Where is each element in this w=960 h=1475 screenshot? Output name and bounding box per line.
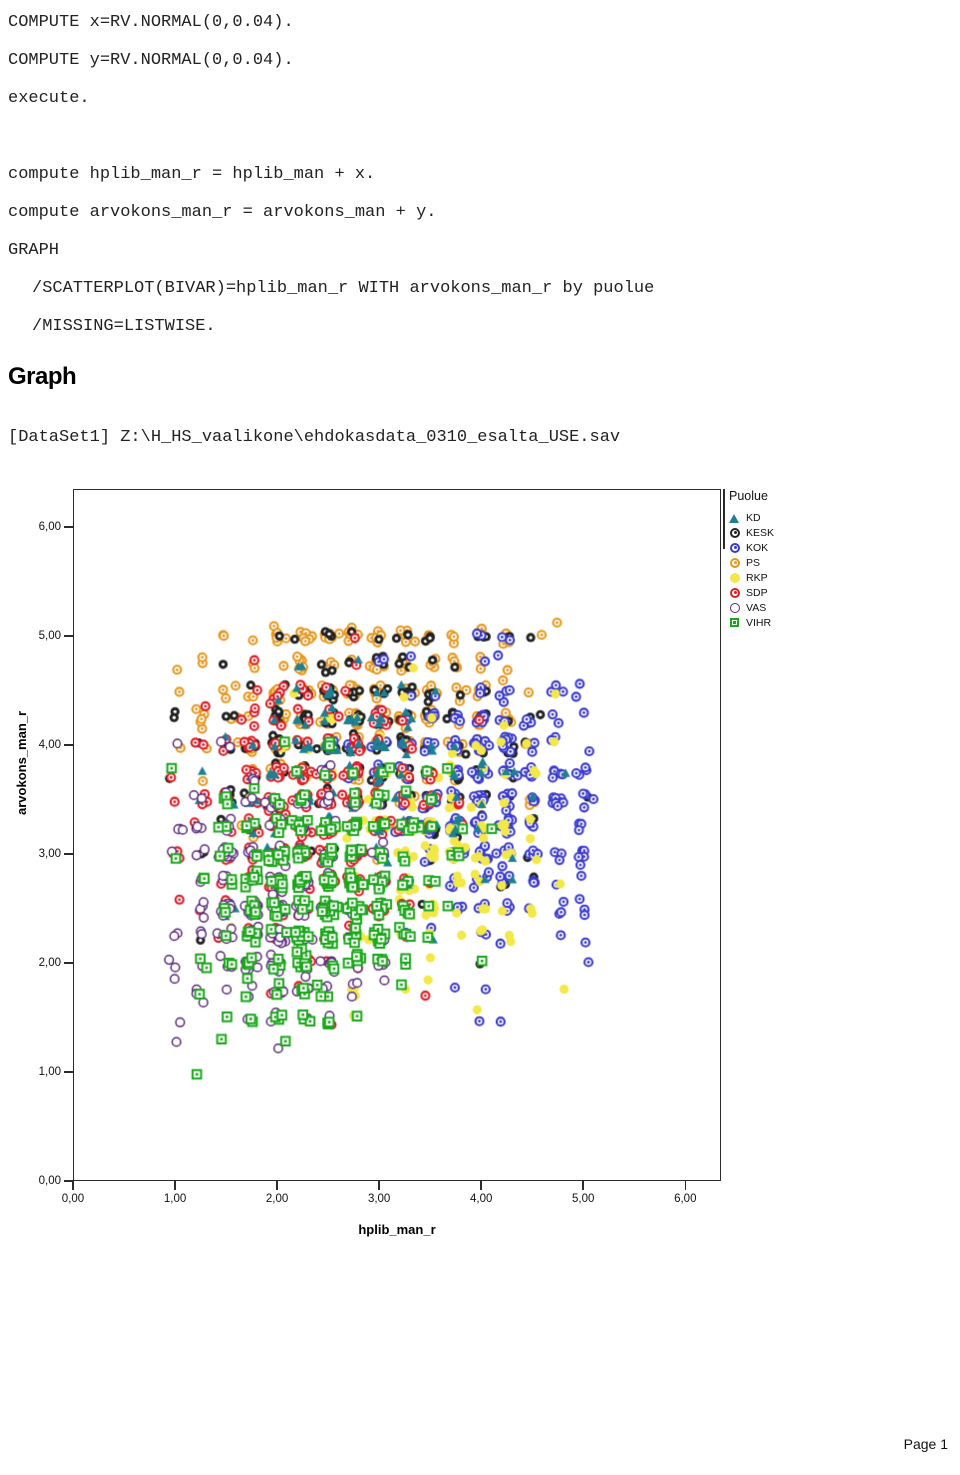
- syntax-line: COMPUTE x=RV.NORMAL(0,0.04).: [8, 13, 294, 32]
- x-axis-tick-label: 3,00: [367, 1193, 391, 1205]
- x-axis-tick: [174, 1181, 176, 1190]
- syntax-line: /SCATTERPLOT(BIVAR)=hplib_man_r WITH arv…: [32, 279, 655, 298]
- y-axis-tick-label: 1,00: [38, 1066, 61, 1079]
- x-axis-tick-label: 5,00: [572, 1193, 595, 1205]
- legend-item-kd[interactable]: KD: [729, 510, 849, 525]
- x-axis-tick-label: 2,00: [265, 1193, 289, 1205]
- legend-item-label: PS: [746, 556, 761, 569]
- y-axis-tick-label: 0,00: [38, 1175, 61, 1187]
- legend-item-label: VAS: [746, 601, 767, 614]
- plot-frame: [73, 489, 721, 1181]
- x-axis-tick: [684, 1181, 687, 1190]
- legend-item-label: KESK: [746, 526, 775, 539]
- legend-divider: [723, 489, 725, 549]
- syntax-line: compute arvokons_man_r = arvokons_man + …: [8, 203, 437, 222]
- legend-marker-circle-open-icon: [729, 602, 741, 614]
- y-axis-tick-label: 3,00: [38, 848, 61, 861]
- legend-marker-triangle-icon: [729, 512, 741, 524]
- legend-marker-circle-icon: [729, 527, 741, 539]
- x-axis-tick: [378, 1181, 380, 1190]
- x-axis-tick-label: 4,00: [469, 1193, 493, 1205]
- syntax-line: /MISSING=LISTWISE.: [32, 317, 216, 336]
- legend: Puolue KD KESK KOK PS RKP SDP VAS VIHR: [729, 489, 849, 630]
- syntax-line: COMPUTE y=RV.NORMAL(0,0.04).: [8, 51, 294, 70]
- legend-item-vas[interactable]: VAS: [729, 600, 849, 615]
- y-axis-tick-label: 6,00: [38, 521, 61, 534]
- legend-item-sdp[interactable]: SDP: [729, 585, 849, 600]
- x-axis-title: hplib_man_r: [358, 1222, 436, 1237]
- x-axis-tick: [582, 1181, 584, 1190]
- legend-marker-circle-filled-icon: [729, 572, 741, 584]
- y-axis-tick: [64, 526, 73, 528]
- y-axis-tick-label: 5,00: [38, 630, 61, 643]
- legend-item-rkp[interactable]: RKP: [729, 570, 849, 585]
- legend-item-label: KD: [746, 511, 761, 524]
- scatter-points-canvas: [74, 490, 720, 1180]
- x-axis-tick-label: 0,00: [61, 1193, 85, 1205]
- legend-marker-circle-icon: [729, 587, 741, 599]
- y-axis-tick-label: 2,00: [38, 957, 61, 970]
- syntax-line: execute.: [8, 89, 90, 108]
- legend-marker-square-icon: [729, 617, 741, 629]
- legend-item-label: RKP: [746, 571, 768, 584]
- legend-item-label: SDP: [746, 586, 768, 599]
- x-axis-tick: [72, 1181, 74, 1190]
- page-footer: Page 1: [903, 1436, 948, 1452]
- legend-item-ps[interactable]: PS: [729, 555, 849, 570]
- x-axis-tick: [276, 1181, 278, 1190]
- x-axis-tick: [480, 1181, 482, 1190]
- y-axis-tick: [64, 853, 73, 855]
- y-axis-tick: [64, 962, 73, 964]
- syntax-blank-line: [8, 118, 908, 156]
- y-axis-title: arvokons_man_r: [14, 710, 29, 815]
- y-axis-tick: [64, 744, 73, 746]
- legend-title: Puolue: [729, 489, 768, 503]
- syntax-line: GRAPH: [8, 241, 60, 260]
- scatterplot-chart: 0,00 1,00 2,00 3,00 4,00 5,00 6,00 arvokons_ma…: [0, 470, 960, 1260]
- x-axis-tick-label: 1,00: [163, 1193, 187, 1205]
- syntax-log: COMPUTE x=RV.NORMAL(0,0.04). COMPUTE y=RV…: [8, 4, 908, 346]
- legend-item-label: KOK: [746, 541, 769, 554]
- dataset-path-line: [DataSet1] Z:\H_HS_vaalikone\ehdokasdata…: [8, 428, 621, 447]
- y-axis-tick: [64, 635, 73, 637]
- syntax-line: compute hplib_man_r = hplib_man + x.: [8, 165, 376, 184]
- legend-item-kesk[interactable]: KESK: [729, 525, 849, 540]
- legend-item-kok[interactable]: KOK: [729, 540, 849, 555]
- spss-output-page: COMPUTE x=RV.NORMAL(0,0.04). COMPUTE y=RV…: [0, 0, 960, 1475]
- legend-item-label: VIHR: [746, 616, 772, 629]
- page-title: Graph: [8, 363, 77, 390]
- x-axis-tick-label: 6,00: [674, 1193, 697, 1205]
- legend-marker-circle-icon: [729, 557, 741, 569]
- legend-marker-circle-icon: [729, 542, 741, 554]
- legend-item-vihr[interactable]: VIHR: [729, 615, 849, 630]
- y-axis-tick: [64, 1071, 73, 1073]
